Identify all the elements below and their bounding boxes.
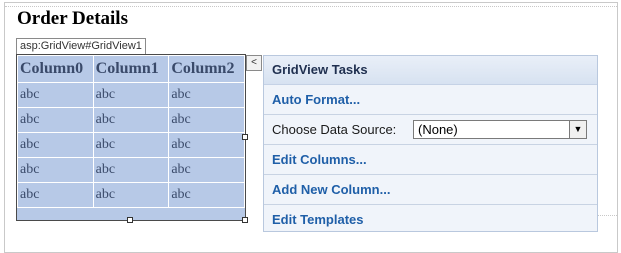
auto-format-row: Auto Format... (264, 85, 597, 115)
page-title: Order Details (17, 8, 128, 29)
column-header[interactable]: Column2 (168, 55, 245, 83)
table-row: abc abc abc (17, 157, 245, 183)
add-new-column-link[interactable]: Add New Column... (272, 182, 390, 197)
table-cell: abc (168, 157, 245, 183)
gridview-tasks-panel: GridView Tasks Auto Format... Choose Dat… (263, 55, 598, 232)
resize-handle-right[interactable] (242, 134, 248, 140)
data-source-select[interactable]: (None) ▼ (413, 120, 587, 139)
table-cell: abc (92, 157, 170, 183)
resize-handle-bottom[interactable] (127, 217, 133, 223)
tasks-panel-title: GridView Tasks (264, 56, 597, 85)
data-source-row: Choose Data Source: (None) ▼ (264, 115, 597, 145)
gridview-control[interactable]: Column0 Column1 Column2 abc abc abc abc … (16, 54, 246, 221)
table-cell: abc (17, 107, 94, 133)
header-row: Column0 Column1 Column2 (17, 55, 245, 83)
table-cell: abc (17, 82, 94, 108)
resize-handle-corner[interactable] (242, 217, 248, 223)
table-row: abc abc abc (17, 132, 245, 158)
smart-tag-button[interactable]: < (246, 55, 262, 71)
table-cell: abc (92, 107, 170, 133)
page-guide-right (595, 215, 617, 216)
edit-templates-link[interactable]: Edit Templates (272, 212, 364, 227)
table-row: abc abc abc (17, 82, 245, 108)
data-source-value: (None) (418, 122, 458, 137)
table-row: abc abc abc (17, 182, 245, 208)
table-row: abc abc abc (17, 107, 245, 133)
table-cell: abc (92, 132, 170, 158)
add-new-column-row: Add New Column... (264, 175, 597, 205)
control-id-tag: asp:GridView#GridView1 (16, 38, 146, 54)
column-header[interactable]: Column0 (17, 55, 94, 83)
table-cell: abc (168, 107, 245, 133)
dropdown-arrow-icon[interactable]: ▼ (569, 121, 586, 138)
table-cell: abc (17, 182, 94, 208)
table-cell: abc (168, 82, 245, 108)
auto-format-link[interactable]: Auto Format... (272, 92, 360, 107)
table-cell: abc (17, 157, 94, 183)
table-cell: abc (168, 132, 245, 158)
edit-columns-link[interactable]: Edit Columns... (272, 152, 367, 167)
column-header[interactable]: Column1 (92, 55, 170, 83)
table-cell: abc (92, 182, 170, 208)
design-surface: Order Details asp:GridView#GridView1 Col… (4, 2, 618, 253)
table-cell: abc (92, 82, 170, 108)
page-guide-top (5, 6, 617, 7)
gridview-table: Column0 Column1 Column2 abc abc abc abc … (17, 55, 245, 208)
edit-templates-row: Edit Templates (264, 205, 597, 234)
table-cell: abc (17, 132, 94, 158)
table-cell: abc (168, 182, 245, 208)
data-source-label: Choose Data Source: (272, 122, 397, 137)
edit-columns-row: Edit Columns... (264, 145, 597, 175)
chevron-left-icon: < (251, 57, 257, 68)
